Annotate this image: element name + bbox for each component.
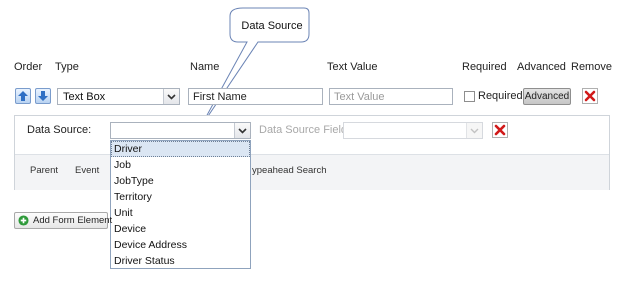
dropdown-item-unit[interactable]: Unit xyxy=(111,205,250,221)
type-select-toggle[interactable] xyxy=(163,89,179,104)
name-input-value: First Name xyxy=(193,91,247,103)
add-form-element-label: Add Form Element xyxy=(33,215,113,226)
move-up-button[interactable] xyxy=(15,88,31,104)
required-checkbox[interactable] xyxy=(464,91,475,102)
dropdown-item-driver[interactable]: Driver xyxy=(111,141,250,157)
dropdown-item-device-address[interactable]: Device Address xyxy=(111,237,250,253)
arrow-down-icon xyxy=(38,91,48,101)
move-down-button[interactable] xyxy=(35,88,51,104)
data-source-label: Data Source: xyxy=(27,124,92,136)
close-icon xyxy=(584,90,596,102)
dropdown-item-device[interactable]: Device xyxy=(111,221,250,237)
data-source-field-label: Data Source Field: xyxy=(259,124,351,136)
data-source-select[interactable] xyxy=(110,122,251,139)
header-text-value: Text Value xyxy=(327,61,378,73)
header-remove: Remove xyxy=(571,61,612,73)
data-source-field-toggle xyxy=(466,123,482,138)
plus-circle-icon xyxy=(18,215,29,226)
dropdown-item-jobtype[interactable]: JobType xyxy=(111,173,250,189)
text-value-placeholder: Text Value xyxy=(334,91,385,103)
header-order: Order xyxy=(14,61,43,73)
clear-data-source-button[interactable] xyxy=(492,122,508,138)
dropdown-item-territory[interactable]: Territory xyxy=(111,189,250,205)
chevron-down-icon xyxy=(470,128,479,134)
subheader-event: Event xyxy=(75,165,100,176)
chevron-down-icon xyxy=(167,94,176,100)
callout-text: Data Source xyxy=(241,20,303,32)
subheader-typeahead-search: ypeahead Search xyxy=(252,165,327,176)
name-input[interactable]: First Name xyxy=(188,88,323,105)
data-source-field-select[interactable] xyxy=(343,122,483,139)
arrow-up-icon xyxy=(18,91,28,101)
advanced-button[interactable]: Advanced xyxy=(523,88,571,105)
add-form-element-button[interactable]: Add Form Element xyxy=(14,212,112,229)
chevron-down-icon xyxy=(238,128,247,134)
text-value-input[interactable]: Text Value xyxy=(329,88,453,105)
dropdown-item-driver-status[interactable]: Driver Status xyxy=(111,253,250,269)
data-source-dropdown-list: Driver Job JobType Territory Unit Device… xyxy=(110,140,251,269)
header-name: Name xyxy=(190,61,220,73)
type-select-value: Text Box xyxy=(63,91,106,103)
subheader-parent: Parent xyxy=(30,165,58,176)
header-required: Required xyxy=(462,61,507,73)
remove-row-button[interactable] xyxy=(582,88,598,104)
header-type: Type xyxy=(55,61,79,73)
close-icon xyxy=(494,124,506,136)
required-label: Required xyxy=(478,90,523,102)
header-advanced: Advanced xyxy=(517,61,566,73)
type-select[interactable]: Text Box xyxy=(57,88,180,105)
data-source-select-toggle[interactable] xyxy=(234,123,250,138)
dropdown-item-job[interactable]: Job xyxy=(111,157,250,173)
